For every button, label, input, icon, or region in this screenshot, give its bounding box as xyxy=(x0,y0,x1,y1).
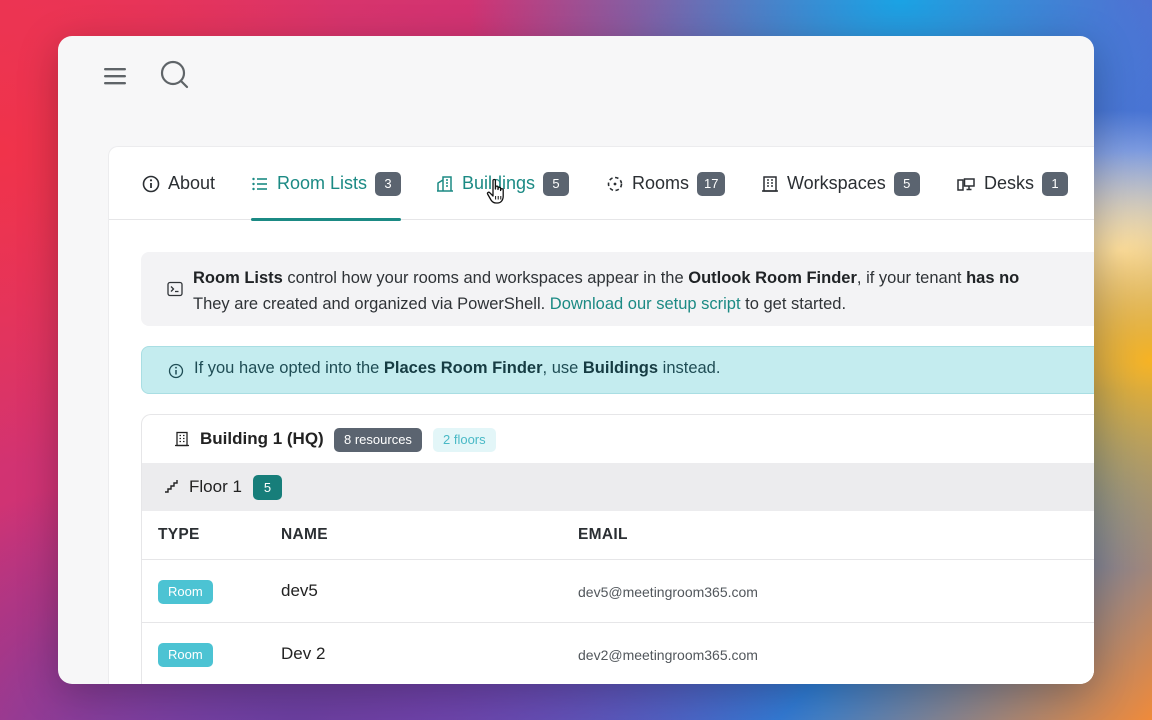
info-bold-outlook: Outlook Room Finder xyxy=(688,269,857,287)
info-bold-room-lists: Room Lists xyxy=(193,269,283,287)
resource-email: dev5@meetingroom365.com xyxy=(578,584,758,600)
buildings-count-badge: 5 xyxy=(543,171,570,196)
floors-badge: 2 floors xyxy=(433,428,496,452)
tab-room-lists-label: Room Lists xyxy=(277,173,368,193)
tab-room-lists[interactable]: Room Lists 3 xyxy=(251,147,402,221)
type-badge: Room xyxy=(158,643,213,667)
info-circle-icon xyxy=(168,363,184,379)
tab-workspaces-label: Workspaces xyxy=(787,173,886,193)
desks-count-badge: 1 xyxy=(1042,171,1069,196)
floor-header[interactable]: Floor 1 5 xyxy=(142,463,1094,511)
stairs-icon xyxy=(165,480,178,493)
notice-bold-buildings: Buildings xyxy=(582,359,659,377)
list-icon xyxy=(252,177,267,190)
floor-label: Floor 1 xyxy=(189,477,242,496)
desk-icon xyxy=(957,177,975,191)
tab-about[interactable]: About xyxy=(142,147,215,220)
office-building-icon xyxy=(762,175,778,192)
rooms-count-badge: 17 xyxy=(697,171,726,196)
table-row[interactable]: Room dev5 dev5@meetingroom365.com xyxy=(142,560,1094,623)
building-header: Building 1 (HQ) 8 resources 2 floors xyxy=(142,415,1094,463)
column-header-type[interactable]: TYPE xyxy=(158,526,200,544)
tab-bar: About Room Lists 3 Buildings 5 Rooms 17 … xyxy=(109,147,1094,221)
tab-desks[interactable]: Desks 1 xyxy=(956,147,1069,220)
office-building-icon xyxy=(175,431,189,447)
places-notice-banner: If you have opted into the Places Room F… xyxy=(141,346,1094,394)
type-badge: Room xyxy=(158,580,213,604)
table-header: TYPE NAME EMAIL xyxy=(142,511,1094,560)
info-text: Room Lists control how your rooms and wo… xyxy=(193,265,1094,317)
info-text-part: control how your rooms and workspaces ap… xyxy=(282,269,689,287)
content-card: About Room Lists 3 Buildings 5 Rooms 17 … xyxy=(108,146,1094,684)
room-lists-count-badge: 3 xyxy=(375,171,402,196)
tab-rooms-label: Rooms xyxy=(632,173,690,193)
info-bold-has-no: has no xyxy=(966,269,1020,287)
hamburger-menu-icon[interactable] xyxy=(104,66,128,86)
info-text-part: , if your tenant xyxy=(856,269,967,287)
column-header-email[interactable]: EMAIL xyxy=(578,526,628,544)
info-text-line2-end: to get started. xyxy=(740,295,847,313)
tab-desks-label: Desks xyxy=(984,173,1035,193)
app-window: About Room Lists 3 Buildings 5 Rooms 17 … xyxy=(58,36,1094,684)
resource-name: Dev 2 xyxy=(281,644,326,663)
tab-about-label: About xyxy=(168,173,216,193)
terminal-icon xyxy=(167,281,183,297)
tab-workspaces[interactable]: Workspaces 5 xyxy=(761,147,920,220)
download-setup-script-link[interactable]: Download our setup script xyxy=(550,295,741,313)
room-icon xyxy=(607,176,623,191)
notice-text: If you have opted into the Places Room F… xyxy=(194,359,720,378)
notice-text-part: instead. xyxy=(658,359,721,377)
info-circle-icon xyxy=(142,175,160,192)
notice-text-part: , use xyxy=(542,359,583,377)
resource-email: dev2@meetingroom365.com xyxy=(578,647,758,663)
tab-rooms[interactable]: Rooms 17 xyxy=(606,147,726,220)
info-text-line2: They are created and organized via Power… xyxy=(193,295,550,313)
column-header-name[interactable]: NAME xyxy=(281,526,328,544)
search-icon[interactable] xyxy=(160,60,190,90)
resources-badge: 8 resources xyxy=(334,428,422,452)
table-row[interactable]: Room Dev 2 dev2@meetingroom365.com xyxy=(142,623,1094,684)
floor-count-badge: 5 xyxy=(253,475,282,500)
notice-text-part: If you have opted into the xyxy=(194,359,384,377)
hand-pointer-cursor-icon xyxy=(486,178,504,204)
workspaces-count-badge: 5 xyxy=(893,171,920,196)
resource-name: dev5 xyxy=(281,581,318,600)
building-section: Building 1 (HQ) 8 resources 2 floors Flo… xyxy=(141,414,1094,684)
notice-bold-places: Places Room Finder xyxy=(383,359,543,377)
buildings-icon xyxy=(437,175,453,192)
room-lists-info-box: Room Lists control how your rooms and wo… xyxy=(141,252,1094,326)
building-title: Building 1 (HQ) xyxy=(200,429,324,448)
